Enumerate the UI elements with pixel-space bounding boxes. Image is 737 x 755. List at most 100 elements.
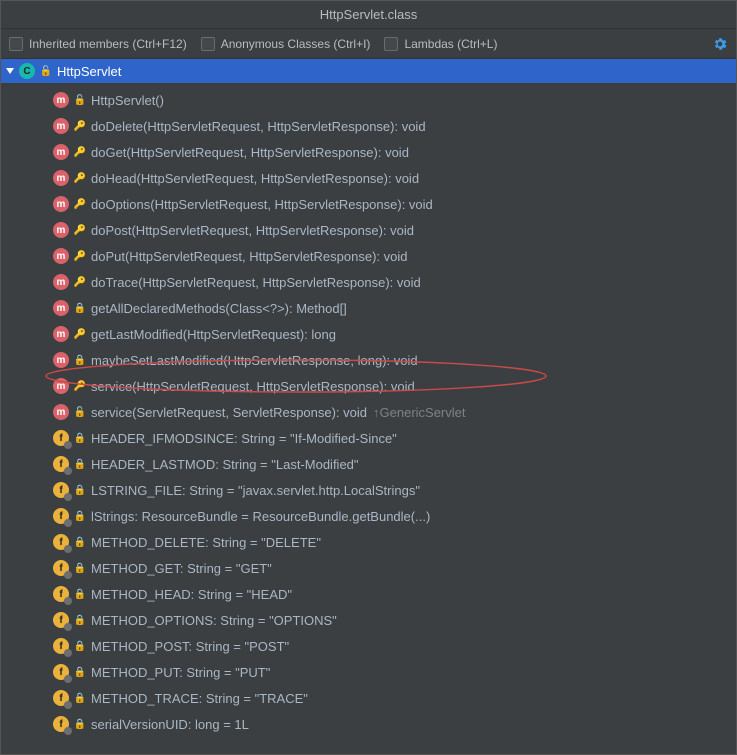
field-icon: f: [53, 612, 69, 628]
member-signature: HttpServlet(): [91, 93, 164, 108]
member-row[interactable]: m🔑doHead(HttpServletRequest, HttpServlet…: [1, 165, 736, 191]
visibility-icon: 🔓: [41, 66, 51, 77]
member-signature: service(HttpServletRequest, HttpServletR…: [91, 379, 415, 394]
inherited-from: ↑GenericServlet: [373, 405, 465, 420]
lambdas-checkbox[interactable]: Lambdas (Ctrl+L): [384, 37, 497, 51]
visibility-icon: 🔑: [75, 173, 85, 184]
method-icon: m: [53, 326, 69, 342]
member-row[interactable]: f🔒METHOD_TRACE: String = "TRACE": [1, 685, 736, 711]
method-icon: m: [53, 92, 69, 108]
visibility-icon: 🔒: [75, 459, 85, 470]
field-icon: f: [53, 560, 69, 576]
inherited-members-checkbox[interactable]: Inherited members (Ctrl+F12): [9, 37, 187, 51]
gear-icon[interactable]: [712, 36, 728, 52]
member-row[interactable]: m🔒getAllDeclaredMethods(Class<?>): Metho…: [1, 295, 736, 321]
field-icon: f: [53, 638, 69, 654]
member-row[interactable]: f 🔒 METHOD_HEAD: String = "HEAD": [1, 581, 736, 607]
visibility-icon: 🔑: [75, 225, 85, 236]
visibility-icon: 🔒: [75, 563, 85, 574]
member-signature: service(ServletRequest, ServletResponse)…: [91, 405, 367, 420]
member-row[interactable]: m 🔑 doTrace(HttpServletRequest, HttpServle…: [1, 269, 736, 295]
member-signature: doDelete(HttpServletRequest, HttpServlet…: [91, 119, 426, 134]
checkbox-label: Inherited members (Ctrl+F12): [29, 37, 187, 51]
anonymous-classes-checkbox[interactable]: Anonymous Classes (Ctrl+I): [201, 37, 371, 51]
visibility-icon: 🔒: [75, 589, 85, 600]
member-signature: maybeSetLastModified(HttpServletResponse…: [91, 353, 418, 368]
visibility-icon: 🔓: [75, 95, 85, 106]
member-row[interactable]: f🔒METHOD_PUT: String = "PUT": [1, 659, 736, 685]
field-icon: f: [53, 534, 69, 550]
member-row[interactable]: m 🔑 getLastModified(HttpServletRequest): l…: [1, 321, 736, 347]
member-signature: LSTRING_FILE: String = "javax.servlet.ht…: [91, 483, 420, 498]
checkbox-label: Anonymous Classes (Ctrl+I): [221, 37, 371, 51]
member-row[interactable]: f 🔒 METHOD_OPTIONS: String = "OPTIONS": [1, 607, 736, 633]
member-signature: lStrings: ResourceBundle = ResourceBundl…: [91, 509, 430, 524]
member-row[interactable]: f🔒METHOD_DELETE: String = "DELETE": [1, 529, 736, 555]
visibility-icon: 🔒: [75, 485, 85, 496]
field-icon: f: [53, 430, 69, 446]
visibility-icon: 🔒: [75, 537, 85, 548]
member-signature: METHOD_TRACE: String = "TRACE": [91, 691, 308, 706]
member-signature: getLastModified(HttpServletRequest): lon…: [91, 327, 336, 342]
visibility-icon: 🔒: [75, 355, 85, 366]
member-row[interactable]: f 🔒 METHOD_GET: String = "GET": [1, 555, 736, 581]
method-icon: m: [53, 274, 69, 290]
visibility-icon: 🔒: [75, 433, 85, 444]
visibility-icon: 🔑: [75, 199, 85, 210]
member-row[interactable]: m 🔓 HttpServlet(): [1, 87, 736, 113]
visibility-icon: 🔑: [75, 277, 85, 288]
member-signature: getAllDeclaredMethods(Class<?>): Method[…: [91, 301, 347, 316]
member-row[interactable]: m🔒maybeSetLastModified(HttpServletRespon…: [1, 347, 736, 373]
member-row[interactable]: f 🔒 HEADER_IFMODSINCE: String = "If-Modifi…: [1, 425, 736, 451]
window-title: HttpServlet.class: [1, 1, 736, 29]
visibility-icon: 🔒: [75, 641, 85, 652]
member-signature: METHOD_GET: String = "GET": [91, 561, 272, 576]
method-icon: m: [53, 248, 69, 264]
title-text: HttpServlet.class: [320, 7, 418, 22]
method-icon: m: [53, 222, 69, 238]
member-row[interactable]: f🔒serialVersionUID: long = 1L: [1, 711, 736, 737]
visibility-icon: 🔒: [75, 615, 85, 626]
class-header[interactable]: C 🔓 HttpServlet: [1, 59, 736, 83]
member-signature: serialVersionUID: long = 1L: [91, 717, 249, 732]
checkbox-icon: [201, 37, 215, 51]
member-row[interactable]: m 🔑 doGet(HttpServletRequest, HttpServletR…: [1, 139, 736, 165]
checkbox-icon: [384, 37, 398, 51]
member-signature: HEADER_LASTMOD: String = "Last-Modified": [91, 457, 359, 472]
member-signature: METHOD_OPTIONS: String = "OPTIONS": [91, 613, 337, 628]
member-signature: doHead(HttpServletRequest, HttpServletRe…: [91, 171, 419, 186]
class-name: HttpServlet: [57, 64, 121, 79]
field-icon: f: [53, 586, 69, 602]
member-signature: HEADER_IFMODSINCE: String = "If-Modified…: [91, 431, 397, 446]
method-icon: m: [53, 144, 69, 160]
member-signature: doOptions(HttpServletRequest, HttpServle…: [91, 197, 433, 212]
member-row[interactable]: m🔑service(HttpServletRequest, HttpServle…: [1, 373, 736, 399]
visibility-icon: 🔑: [75, 381, 85, 392]
member-row[interactable]: f🔒lStrings: ResourceBundle = ResourceBun…: [1, 503, 736, 529]
member-signature: METHOD_HEAD: String = "HEAD": [91, 587, 292, 602]
visibility-icon: 🔒: [75, 719, 85, 730]
class-icon: C: [19, 63, 35, 79]
member-row[interactable]: f 🔒 HEADER_LASTMOD: String = "Last-Modifie…: [1, 451, 736, 477]
member-row[interactable]: m🔑doPut(HttpServletRequest, HttpServletR…: [1, 243, 736, 269]
visibility-icon: 🔑: [75, 329, 85, 340]
method-icon: m: [53, 118, 69, 134]
field-icon: f: [53, 690, 69, 706]
method-icon: m: [53, 196, 69, 212]
member-signature: doGet(HttpServletRequest, HttpServletRes…: [91, 145, 409, 160]
member-row[interactable]: m 🔑 doOptions(HttpServletRequest, HttpServ…: [1, 191, 736, 217]
visibility-icon: 🔒: [75, 667, 85, 678]
member-row[interactable]: f🔒METHOD_POST: String = "POST": [1, 633, 736, 659]
member-row[interactable]: m🔓service(ServletRequest, ServletRespons…: [1, 399, 736, 425]
checkbox-label: Lambdas (Ctrl+L): [404, 37, 497, 51]
visibility-icon: 🔑: [75, 147, 85, 158]
checkbox-icon: [9, 37, 23, 51]
field-icon: f: [53, 456, 69, 472]
member-signature: doTrace(HttpServletRequest, HttpServletR…: [91, 275, 421, 290]
member-row[interactable]: m🔑doPost(HttpServletRequest, HttpServlet…: [1, 217, 736, 243]
member-signature: METHOD_PUT: String = "PUT": [91, 665, 270, 680]
field-icon: f: [53, 482, 69, 498]
expand-icon: [6, 68, 14, 74]
member-row[interactable]: m🔑doDelete(HttpServletRequest, HttpServl…: [1, 113, 736, 139]
member-row[interactable]: f 🔒 LSTRING_FILE: String = "javax.servlet.…: [1, 477, 736, 503]
